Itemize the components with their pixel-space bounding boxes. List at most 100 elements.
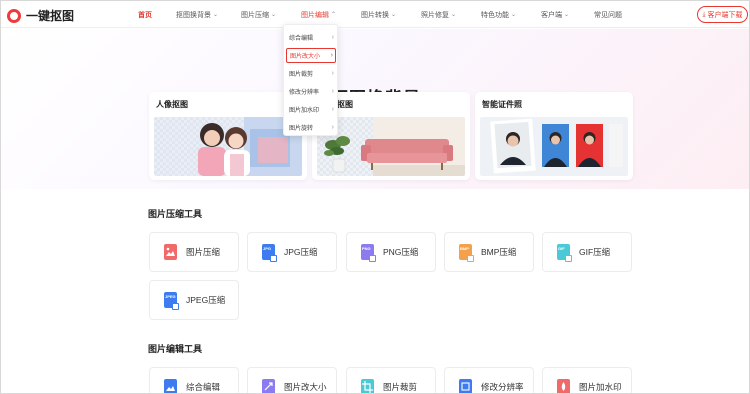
chevron-right-icon: › [331, 88, 334, 95]
watermark-icon [557, 379, 570, 393]
file-badge: JPG [263, 246, 272, 251]
tool-label: BMP压缩 [481, 247, 517, 257]
tool-bmp-compress[interactable]: BMP BMP压缩 [444, 232, 534, 272]
nav-label: 首页 [138, 11, 152, 19]
tool-label: GIF压缩 [579, 247, 611, 257]
nav-label: 常见问题 [594, 11, 622, 19]
comprehensive-edit-icon [164, 379, 177, 393]
chevron-down-icon: ⌄ [391, 12, 397, 18]
top-navbar: 一键抠图 首页 抠图换背景 ⌄ 图片压缩 ⌄ 图片编辑 ⌃ 图片转换 ⌄ 照片修复 ⌄ 特… [1, 1, 749, 28]
dropdown-item-label: 图片旋转 [289, 126, 314, 132]
tool-resolution[interactable]: 修改分辨率 [444, 367, 534, 393]
tool-crop[interactable]: 图片裁剪 [346, 367, 436, 393]
chevron-right-icon: › [331, 106, 334, 113]
jpeg-file-icon: JPEG [164, 292, 179, 310]
compress-corner-icon [270, 255, 277, 262]
chevron-right-icon: › [331, 124, 334, 131]
nav-image-compress[interactable]: 图片压缩 ⌄ [241, 1, 276, 28]
file-badge: GIF [558, 246, 565, 251]
compress-corner-icon [172, 303, 179, 310]
tool-label: 修改分辨率 [481, 382, 524, 392]
dropdown-item-rotate[interactable]: 图片旋转 › [286, 120, 336, 135]
chevron-right-icon: › [331, 34, 334, 41]
portrait-cutout-image [154, 117, 302, 176]
chevron-down-icon: ⌄ [564, 12, 570, 18]
download-label: 客户端下载 [707, 11, 743, 19]
nav-faq[interactable]: 常见问题 [594, 1, 622, 28]
bmp-file-icon: BMP [459, 244, 474, 262]
chevron-right-icon: › [330, 52, 333, 59]
dropdown-item-resize[interactable]: 图片改大小 › [286, 48, 336, 63]
compress-corner-icon [467, 255, 474, 262]
chevron-down-icon: ⌄ [213, 12, 219, 18]
crop-icon [361, 379, 374, 393]
tool-png-compress[interactable]: PNG PNG压缩 [346, 232, 436, 272]
nav-client[interactable]: 客户端 ⌄ [541, 1, 569, 28]
tool-label: JPG压缩 [284, 247, 318, 257]
tool-gif-compress[interactable]: GIF GIF压缩 [542, 232, 632, 272]
dropdown-item-comprehensive-edit[interactable]: 综合编辑 › [286, 30, 336, 45]
id-photo-card[interactable]: 智能证件照 [475, 92, 633, 180]
image-edit-dropdown-menu: 综合编辑 › 图片改大小 › 图片裁剪 › 修改分辨率 › 图片加水印 › 图片旋转 › [283, 24, 338, 136]
dropdown-item-label: 图片加水印 [289, 108, 320, 114]
file-badge: BMP [460, 246, 469, 251]
nav-label: 图片转换 [361, 11, 389, 19]
tool-label: 图片加水印 [579, 382, 622, 392]
nav-label: 抠图换背景 [176, 11, 211, 19]
chevron-down-icon: ⌄ [451, 12, 457, 18]
dropdown-item-label: 修改分辨率 [289, 90, 320, 96]
tool-label: 图片裁剪 [383, 382, 418, 392]
nav-cutout-background[interactable]: 抠图换背景 ⌄ [176, 1, 218, 28]
nav-photo-repair[interactable]: 照片修复 ⌄ [421, 1, 456, 28]
file-badge: PNG [362, 246, 371, 251]
download-icon: ⤓ [702, 10, 706, 18]
page-frame: 一键抠图 首页 抠图换背景 ⌄ 图片压缩 ⌄ 图片编辑 ⌃ 图片转换 ⌄ 照片修复 ⌄ 特… [0, 0, 750, 394]
tool-label: PNG压缩 [383, 247, 419, 257]
logo[interactable]: 一键抠图 [7, 7, 74, 24]
nav-special-features[interactable]: 特色功能 ⌄ [481, 1, 516, 28]
id-photo-image [480, 117, 628, 176]
dropdown-item-label: 图片裁剪 [289, 72, 314, 78]
jpg-file-icon: JPG [262, 244, 277, 262]
file-badge: JPEG [165, 294, 176, 299]
tool-label: 图片压缩 [186, 247, 221, 257]
tool-image-compress[interactable]: 图片压缩 [149, 232, 239, 272]
logo-icon [7, 8, 21, 23]
tool-resize[interactable]: 图片改大小 [247, 367, 337, 393]
dropdown-item-resolution[interactable]: 修改分辨率 › [286, 84, 336, 99]
tool-label: JPEG压缩 [186, 295, 226, 305]
chevron-right-icon: › [331, 70, 334, 77]
chevron-up-icon: ⌃ [331, 12, 337, 18]
png-file-icon: PNG [361, 244, 376, 262]
gif-file-icon: GIF [557, 244, 572, 262]
card-title: 抠图 [337, 100, 353, 109]
chevron-down-icon: ⌄ [511, 12, 517, 18]
chevron-down-icon: ⌄ [271, 12, 277, 18]
resize-icon [262, 379, 275, 393]
object-cutout-image [317, 117, 465, 176]
tool-jpg-compress[interactable]: JPG JPG压缩 [247, 232, 337, 272]
dropdown-item-label: 综合编辑 [289, 36, 314, 42]
tool-label: 综合编辑 [186, 382, 221, 392]
resolution-icon [459, 379, 472, 393]
tool-comprehensive-edit[interactable]: 综合编辑 [149, 367, 239, 393]
nav-label: 图片编辑 [301, 11, 329, 19]
nav-home[interactable]: 首页 [138, 1, 152, 28]
dropdown-item-crop[interactable]: 图片裁剪 › [286, 66, 336, 81]
dropdown-item-watermark[interactable]: 图片加水印 › [286, 102, 336, 117]
dropdown-item-label: 图片改大小 [290, 54, 321, 60]
card-title: 智能证件照 [482, 100, 522, 109]
nav-image-convert[interactable]: 图片转换 ⌄ [361, 1, 396, 28]
client-download-button[interactable]: ⤓ 客户端下载 [697, 6, 748, 23]
image-compress-icon [164, 244, 177, 260]
compress-section-title: 图片压缩工具 [148, 209, 203, 219]
nav-label: 特色功能 [481, 11, 509, 19]
compress-corner-icon [369, 255, 376, 262]
card-title: 人像抠图 [156, 100, 188, 109]
compress-corner-icon [565, 255, 572, 262]
logo-text: 一键抠图 [26, 9, 75, 23]
nav-label: 客户端 [541, 11, 562, 19]
tool-jpeg-compress[interactable]: JPEG JPEG压缩 [149, 280, 239, 320]
tool-watermark[interactable]: 图片加水印 [542, 367, 632, 393]
tool-label: 图片改大小 [284, 382, 327, 392]
